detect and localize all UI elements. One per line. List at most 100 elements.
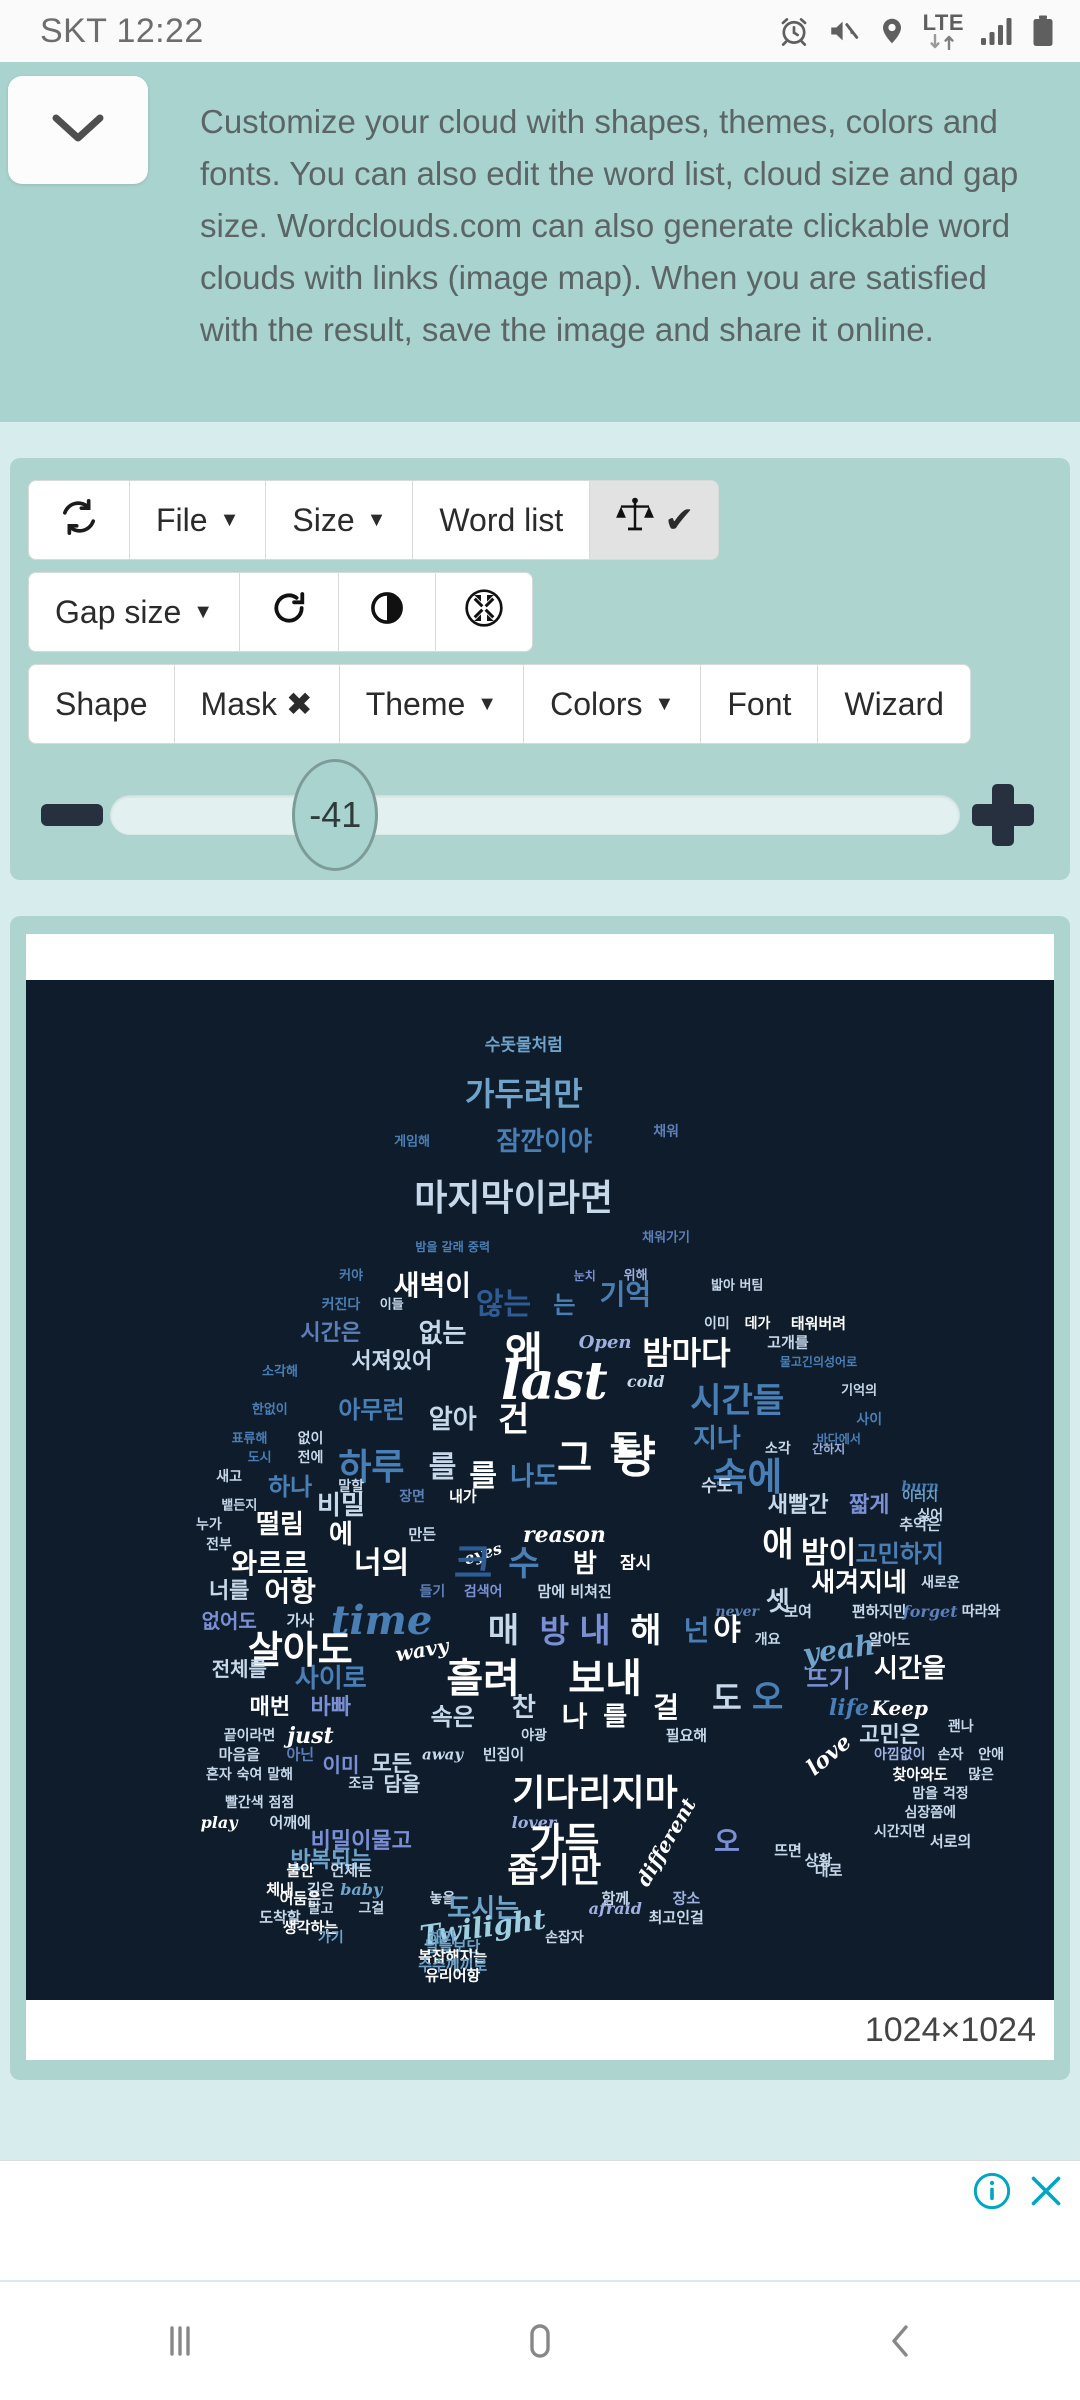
toolbar-row-tertiary: Shape Mask ✖ Theme ▼ Colors ▼ Font Wizar… <box>28 664 1052 744</box>
wordcloud-word: 뜨기 <box>806 1664 851 1693</box>
toolbar-panel: File ▼ Size ▼ Word list ✔ Gap size ▼ Sha… <box>10 458 1070 880</box>
ad-banner[interactable] <box>0 2160 1080 2280</box>
info-icon[interactable] <box>972 2171 1012 2216</box>
wordcloud-word: 추억은 <box>899 1515 941 1534</box>
wordcloud-word: love <box>801 1729 857 1782</box>
wordcloud-word: 둘 <box>609 1428 642 1469</box>
chevron-down-icon: ▼ <box>193 601 214 623</box>
wordcloud-word: 수 <box>508 1543 540 1584</box>
wordcloud-word: 누가 <box>195 1517 222 1534</box>
font-button[interactable]: Font <box>700 664 818 744</box>
chevron-down-icon: ▼ <box>477 693 498 715</box>
wordcloud-word: yeah <box>800 1628 877 1671</box>
wordcloud-word: forget <box>902 1601 958 1621</box>
description-panel: Customize your cloud with shapes, themes… <box>0 62 1080 422</box>
wordcloud-word: 안애 <box>978 1747 1005 1764</box>
home-icon[interactable] <box>480 2282 600 2400</box>
scrolled-text-cutoff <box>40 88 1040 96</box>
wordcloud-word: 고민하지 <box>855 1540 944 1569</box>
wordcloud-word: 이들 <box>379 1297 404 1313</box>
wordcloud-word: 속은 <box>430 1703 475 1732</box>
wordcloud-word: away <box>422 1745 464 1764</box>
wordcloud-word: 떨림 <box>256 1510 304 1541</box>
wordcloud-word: 새로운 <box>921 1574 960 1591</box>
expand-button[interactable] <box>435 572 534 652</box>
wordcloud-word: 유리어항 <box>425 1966 481 1985</box>
wordcloud-word: 나 <box>561 1700 588 1734</box>
wordcloud-word: 짧게 <box>849 1493 890 1519</box>
wordcloud-word: 밤마다 <box>642 1333 731 1372</box>
shape-button[interactable]: Shape <box>28 664 174 744</box>
slider-decrease-button[interactable] <box>34 804 110 826</box>
wordcloud-word: 사이 <box>856 1411 883 1428</box>
wordcloud-word: 전부 <box>206 1536 232 1553</box>
wordcloud-word: 빈집이 <box>482 1745 525 1764</box>
lte-icon: LTE <box>923 12 964 50</box>
wordcloud-word: 맘에 비쳐진 <box>537 1582 612 1601</box>
wordcloud-word: 가기 <box>317 1929 344 1946</box>
wordcloud-word: 불안 <box>286 1861 315 1879</box>
wordcloud-word: afraid <box>588 1898 642 1918</box>
wordcloud-word: 방 <box>539 1611 570 1650</box>
colors-label: Colors <box>550 685 643 722</box>
wordcloud-word: 태워버려 <box>790 1314 847 1333</box>
wordcloud-word: 그걸 <box>358 1900 385 1917</box>
wordcloud-word: 따라와 <box>961 1603 1001 1620</box>
size-menu[interactable]: Size ▼ <box>265 480 413 560</box>
check-icon: ✔ <box>664 499 695 540</box>
wordcloud-word: 도시 <box>247 1450 272 1466</box>
wordcloud-word: 많은 <box>968 1766 994 1783</box>
wordcloud-word: 시간들 <box>690 1380 785 1421</box>
wordcloud-word: 애 <box>762 1524 794 1565</box>
wordcloud-word: 밤을 갈래 중력 <box>415 1240 491 1255</box>
recents-icon[interactable] <box>120 2282 240 2400</box>
wordcloud-word: 새벽이 <box>393 1268 472 1302</box>
wordcloud-word: 걸 <box>653 1690 679 1724</box>
wordcloud-panel: 수돗물처럼 가두려만 게임해 잠깐이야 채워 마지막이라면 밤을 갈래 중력 채워가기 커야 눈치… <box>10 916 1070 2080</box>
alarm-icon <box>777 14 811 48</box>
wordcloud-word: 뱉든지 <box>221 1498 258 1514</box>
description-text: Customize your cloud with shapes, themes… <box>200 103 1019 348</box>
back-icon[interactable] <box>840 2282 960 2400</box>
contrast-button[interactable] <box>338 572 436 652</box>
android-navigation-bar <box>0 2282 1080 2400</box>
refresh-button[interactable] <box>28 480 129 560</box>
rotate-button[interactable] <box>239 572 339 652</box>
wordcloud-word: 담을 <box>383 1772 421 1797</box>
wordcloud-word: 고개를 <box>767 1333 809 1352</box>
wordcloud-word: 빨간색 점점 <box>225 1795 295 1812</box>
wordcloud-word: 찬 <box>511 1692 536 1723</box>
slider-thumb[interactable]: -41 <box>292 759 379 871</box>
wordcloud-word: 손잡자 <box>545 1929 584 1946</box>
wordcloud-word: 이미 <box>703 1315 730 1332</box>
wordcloud-word: 찾아와도 <box>892 1765 948 1784</box>
wordcloud-card[interactable]: 수돗물처럼 가두려만 게임해 잠깐이야 채워 마지막이라면 밤을 갈래 중력 채워가기 커야 눈치… <box>26 934 1054 2060</box>
wordcloud-word: 장면 <box>399 1488 425 1505</box>
theme-menu[interactable]: Theme ▼ <box>338 664 524 744</box>
slider-increase-button[interactable] <box>960 784 1046 846</box>
wordcloud-word: 표류해 <box>231 1431 268 1447</box>
wordcloud-word: cold <box>626 1371 665 1391</box>
gap-size-menu[interactable]: Gap size ▼ <box>28 572 240 652</box>
slider-track[interactable]: -41 <box>110 759 960 871</box>
collapse-description-button[interactable] <box>8 76 148 184</box>
wordcloud-word: 새겨지네 <box>811 1567 907 1598</box>
colors-menu[interactable]: Colors ▼ <box>523 664 701 744</box>
balance-toggle[interactable]: ✔ <box>589 480 720 560</box>
wordcloud-word: 전에 <box>297 1450 324 1467</box>
close-icon[interactable] <box>1026 2171 1066 2216</box>
wordcloud-word: 에 <box>328 1519 353 1550</box>
wordcloud-word: Keep <box>871 1695 928 1720</box>
wordcloud-word: 언제든 <box>330 1861 372 1879</box>
mask-button[interactable]: Mask ✖ <box>173 664 339 744</box>
file-menu[interactable]: File ▼ <box>129 480 266 560</box>
chevron-down-icon <box>48 110 108 151</box>
wizard-button[interactable]: Wizard <box>817 664 971 744</box>
wordcloud-word: 바빠 <box>310 1694 352 1720</box>
wordcloud-word: 어항 <box>264 1575 316 1609</box>
wordcloud-word: 개요 <box>754 1632 781 1649</box>
wordcloud-word: 커야 <box>339 1268 364 1284</box>
word-list-button[interactable]: Word list <box>412 480 590 560</box>
wordcloud-image[interactable]: 수돗물처럼 가두려만 게임해 잠깐이야 채워 마지막이라면 밤을 갈래 중력 채워가기 커야 눈치… <box>26 980 1054 2000</box>
wordcloud-word: 혼자 숙여 말해 <box>206 1766 294 1783</box>
